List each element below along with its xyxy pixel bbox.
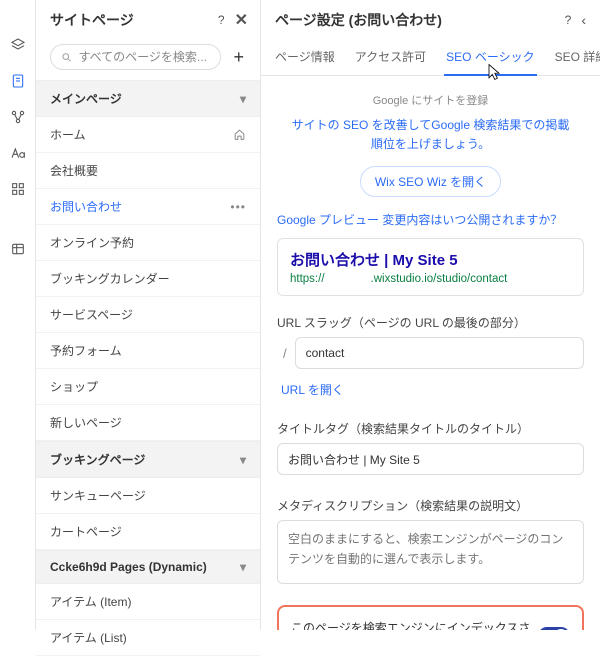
google-preview-label: Google プレビュー — [277, 213, 382, 227]
index-toggle-box: このページを検索エンジンにインデックスさせる — [277, 605, 584, 630]
google-preview-box: お問い合わせ | My Site 5 https:// .wixstudio.i… — [277, 238, 584, 296]
section-header[interactable]: Ccke6h9d Pages (Dynamic)▾ — [36, 550, 260, 584]
page-item[interactable]: ショップ — [36, 369, 260, 405]
open-url-link[interactable]: URL を開く — [281, 381, 344, 398]
page-item[interactable]: ホーム — [36, 117, 260, 153]
page-item[interactable]: お問い合わせ••• — [36, 189, 260, 225]
data-icon[interactable] — [9, 240, 27, 258]
page-tree: メインページ▾ホーム会社概要お問い合わせ•••オンライン予約ブッキングカレンダー… — [36, 80, 260, 656]
section-header[interactable]: メインページ▾ — [36, 80, 260, 117]
layers-icon[interactable] — [9, 36, 27, 54]
wix-seo-wiz-button[interactable]: Wix SEO Wiz を開く — [360, 166, 501, 197]
apps-icon[interactable] — [9, 180, 27, 198]
pages-icon[interactable] — [9, 72, 27, 90]
page-settings-panel: ページ設定 (お問い合わせ) ? ‹ ページ情報 アクセス許可 SEO ベーシッ… — [261, 0, 600, 630]
index-toggle-label: このページを検索エンジンにインデックスさせる — [291, 619, 538, 630]
tab-permissions[interactable]: アクセス許可 — [355, 38, 426, 75]
home-icon — [233, 128, 246, 141]
more-icon[interactable]: ••• — [230, 200, 246, 214]
settings-tabs: ページ情報 アクセス許可 SEO ベーシック SEO 詳細設定 › — [261, 38, 600, 76]
collapse-icon[interactable]: ‹ — [581, 12, 586, 28]
page-item[interactable]: サンキューページ — [36, 478, 260, 514]
meta-description-input[interactable] — [277, 520, 584, 584]
close-icon[interactable]: ✕ — [235, 10, 248, 30]
pages-panel: サイトページ ? ✕ + メインページ▾ホーム会社概要お問い合わせ•••オンライ… — [36, 0, 261, 630]
tab-seo-advanced[interactable]: SEO 詳細設定 — [555, 38, 600, 75]
page-item[interactable]: ブッキングカレンダー — [36, 261, 260, 297]
search-icon — [61, 51, 72, 64]
seo-blurb: サイトの SEO を改善してGoogle 検索結果での掲載順位を上げましょう。 — [287, 116, 574, 154]
preview-url: https:// .wixstudio.io/studio/contact — [290, 273, 571, 285]
help-icon[interactable]: ? — [565, 13, 572, 27]
page-item[interactable]: オンライン予約 — [36, 225, 260, 261]
title-tag-label: タイトルタグ（検索結果タイトルのタイトル） — [277, 420, 584, 437]
font-icon[interactable] — [9, 144, 27, 162]
slug-slash: / — [277, 346, 287, 361]
settings-title: ページ設定 (お問い合わせ) — [275, 10, 442, 30]
structure-icon[interactable] — [9, 108, 27, 126]
tab-seo-basic[interactable]: SEO ベーシック — [446, 38, 534, 75]
tab-page-info[interactable]: ページ情報 — [275, 38, 335, 75]
google-preview-row: Google プレビュー 変更内容はいつ公開されますか？ — [277, 211, 584, 228]
add-page-button[interactable]: + — [229, 47, 248, 68]
page-item[interactable]: 予約フォーム — [36, 333, 260, 369]
page-item[interactable]: アイテム (Item) — [36, 584, 260, 620]
preview-publish-link[interactable]: 変更内容はいつ公開されますか？ — [382, 213, 562, 227]
help-icon[interactable]: ? — [218, 13, 225, 27]
meta-label: メタディスクリプション（検索結果の説明文） — [277, 497, 584, 514]
slug-label: URL スラッグ（ページの URL の最後の部分） — [277, 314, 584, 331]
page-item[interactable]: サービスページ — [36, 297, 260, 333]
search-input-wrap[interactable] — [50, 44, 221, 70]
left-rail — [0, 0, 36, 630]
page-item[interactable]: カートページ — [36, 514, 260, 550]
slug-input[interactable] — [295, 337, 584, 369]
page-item[interactable]: アイテム (List) — [36, 620, 260, 656]
title-tag-input[interactable] — [277, 443, 584, 475]
preview-title: お問い合わせ | My Site 5 — [290, 249, 571, 270]
section-header[interactable]: ブッキングページ▾ — [36, 441, 260, 478]
page-item[interactable]: 新しいページ — [36, 405, 260, 441]
google-register-note: Google にサイトを登録 — [277, 92, 584, 108]
pages-panel-title: サイトページ — [50, 10, 134, 30]
page-item[interactable]: 会社概要 — [36, 153, 260, 189]
search-input[interactable] — [78, 50, 210, 64]
